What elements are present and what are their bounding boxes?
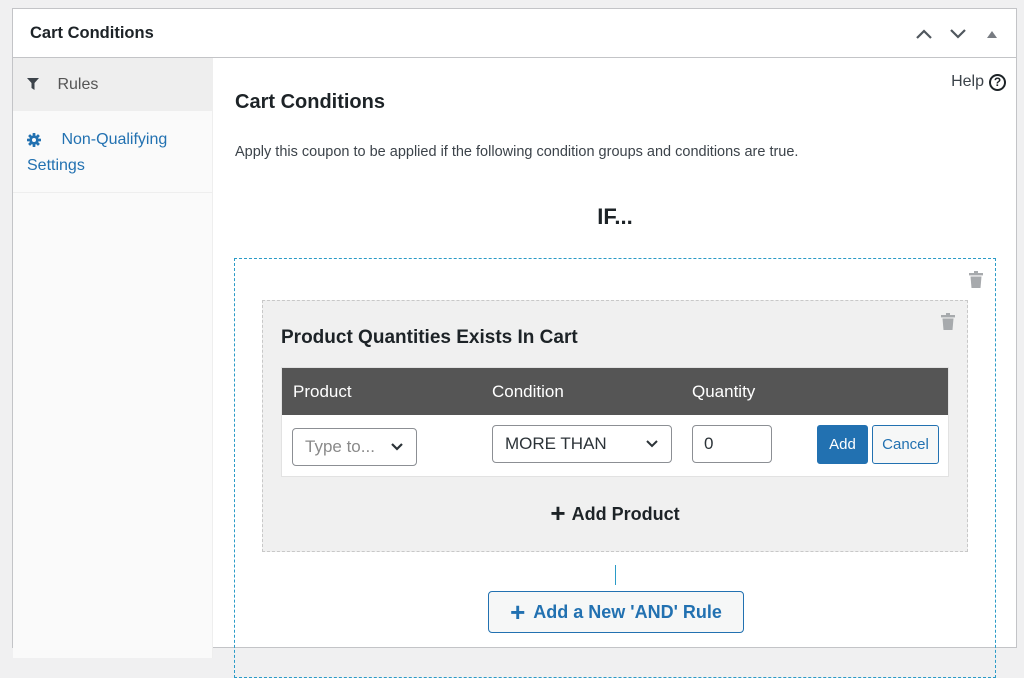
rule-card: Product Quantities Exists In Cart Produc… — [262, 300, 968, 552]
sidebar-item-rules[interactable]: Rules — [13, 58, 212, 111]
table-row: Type to... MORE THAN 0 Add Cancel — [282, 415, 948, 476]
add-product-label: Add Product — [571, 504, 680, 524]
move-up-button[interactable] — [914, 24, 934, 44]
delete-group-button[interactable] — [969, 271, 983, 293]
trash-icon — [969, 271, 983, 288]
help-icon: ? — [989, 73, 1006, 91]
rule-title: Product Quantities Exists In Cart — [281, 327, 578, 348]
triangle-up-icon — [987, 30, 997, 38]
delete-rule-button[interactable] — [941, 313, 955, 335]
move-down-button[interactable] — [948, 24, 968, 44]
cart-conditions-panel: Cart Conditions Rules Non-Qualifying Set… — [12, 8, 1017, 678]
add-product-button[interactable]: + Add Product — [263, 498, 967, 529]
column-header-product: Product — [293, 382, 352, 401]
help-label: Help — [951, 73, 984, 90]
quantity-input[interactable]: 0 — [692, 425, 772, 463]
plus-icon: + — [510, 597, 526, 627]
trash-icon — [941, 313, 955, 330]
product-conditions-table: Product Condition Quantity Type to... MO… — [281, 367, 949, 477]
add-and-rule-button[interactable]: + Add a New 'AND' Rule — [488, 591, 744, 633]
sidebar: Rules Non-Qualifying Settings — [13, 58, 213, 658]
add-button[interactable]: Add — [817, 425, 868, 464]
gear-icon — [27, 132, 41, 147]
help-link[interactable]: Help ? — [951, 73, 1006, 91]
condition-select-value: MORE THAN — [505, 434, 607, 453]
main-content: Help ? Cart Conditions Apply this coupon… — [214, 58, 1016, 678]
chevron-down-icon — [391, 443, 403, 451]
sidebar-item-label: Non-Qualifying Settings — [27, 131, 168, 174]
section-description: Apply this coupon to be applied if the f… — [235, 144, 799, 160]
table-header: Product Condition Quantity — [282, 368, 948, 415]
chevron-down-icon — [950, 28, 966, 39]
cancel-button[interactable]: Cancel — [872, 425, 939, 464]
plus-icon: + — [550, 498, 566, 528]
panel-header: Cart Conditions — [13, 9, 1016, 58]
panel-actions — [914, 9, 1002, 58]
panel-title: Cart Conditions — [30, 23, 154, 42]
add-and-rule-label: Add a New 'AND' Rule — [533, 601, 722, 622]
chevron-up-icon — [916, 28, 932, 39]
connector-line — [615, 565, 616, 585]
product-select-placeholder: Type to... — [305, 437, 375, 456]
if-label: IF... — [597, 204, 633, 229]
column-header-condition: Condition — [492, 382, 564, 401]
condition-select[interactable]: MORE THAN — [492, 425, 672, 463]
chevron-down-icon — [646, 440, 658, 448]
sidebar-item-non-qualifying-settings[interactable]: Non-Qualifying Settings — [13, 111, 212, 193]
toggle-panel-button[interactable] — [982, 24, 1002, 44]
filter-icon — [27, 78, 39, 91]
sidebar-item-label: Rules — [57, 76, 99, 93]
column-header-quantity: Quantity — [692, 382, 756, 401]
section-title: Cart Conditions — [235, 91, 385, 113]
product-select[interactable]: Type to... — [292, 428, 417, 466]
condition-group: Product Quantities Exists In Cart Produc… — [234, 258, 996, 678]
